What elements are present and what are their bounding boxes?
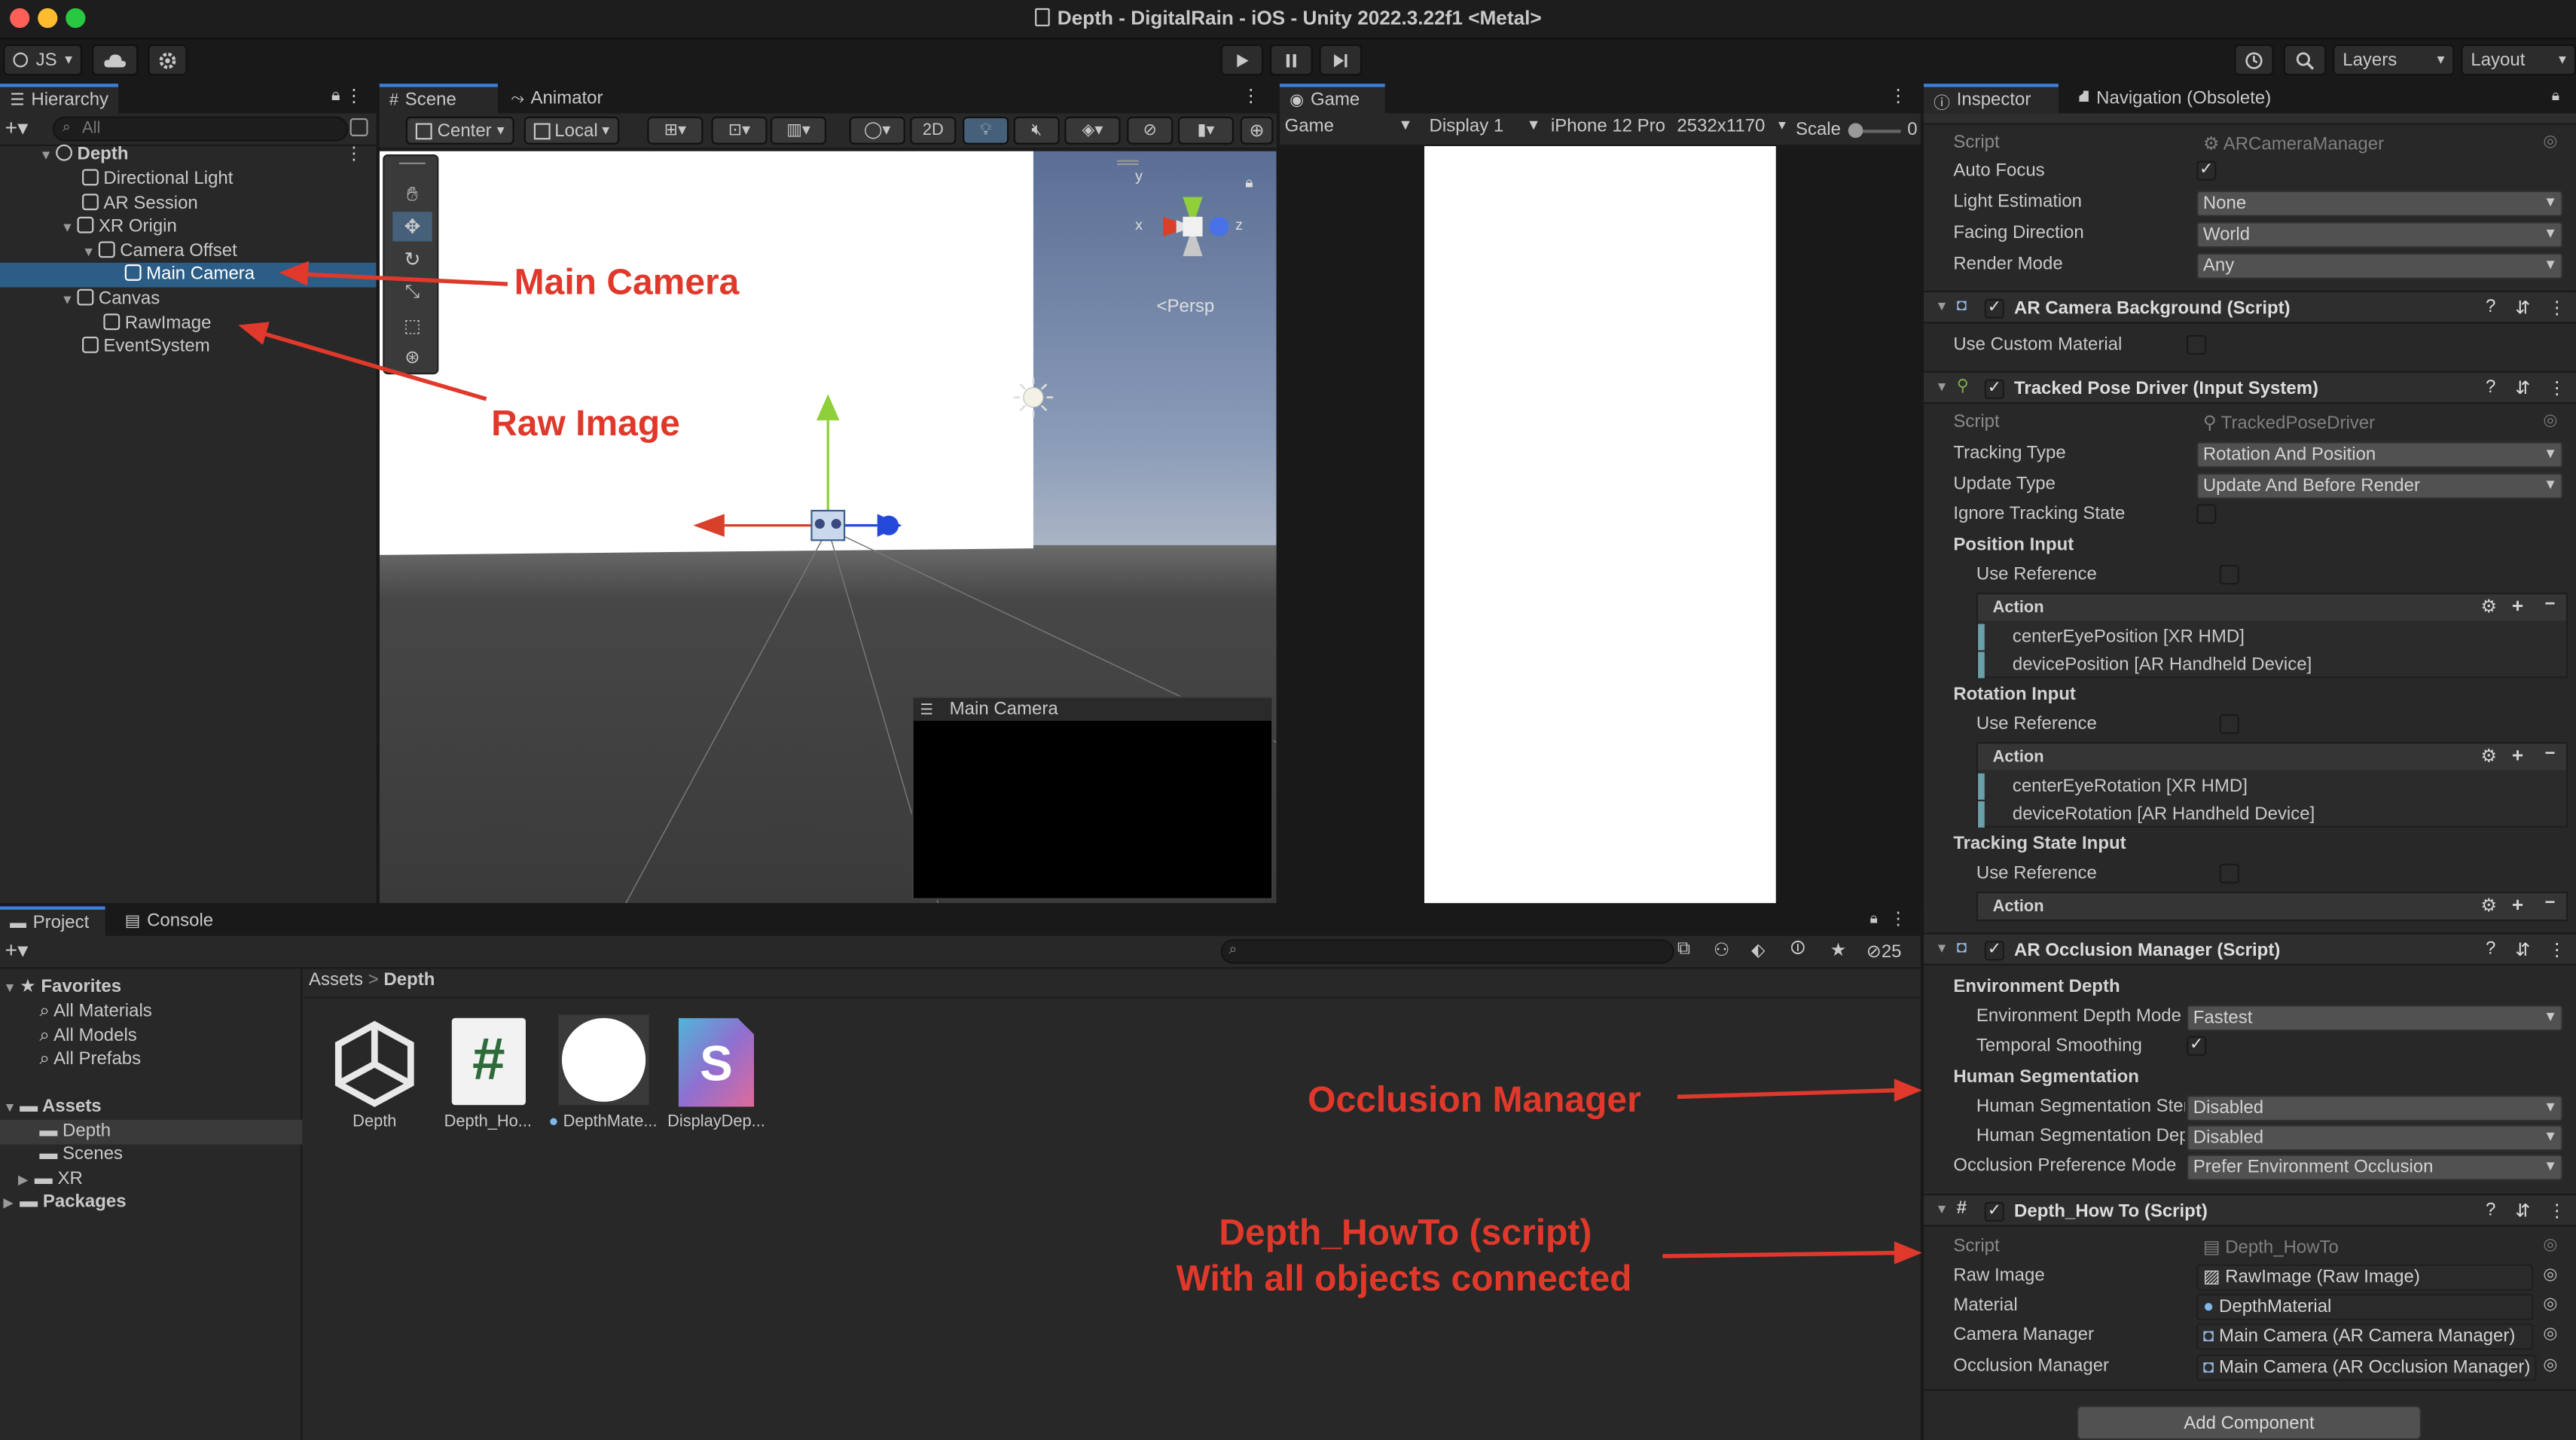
- annotation-depth-howto-line2: With all objects connected: [1176, 1258, 1632, 1299]
- annotation-depth-howto-line1: Depth_HowTo (script): [1219, 1211, 1592, 1253]
- annotation-raw-image: Raw Image: [491, 402, 680, 444]
- annotation-occlusion-manager: Occlusion Manager: [1308, 1078, 1641, 1120]
- annotation-main-camera: Main Camera: [514, 261, 740, 303]
- unity-editor-window: Depth - DigitalRain - iOS - Unity 2022.3…: [0, 0, 2576, 1440]
